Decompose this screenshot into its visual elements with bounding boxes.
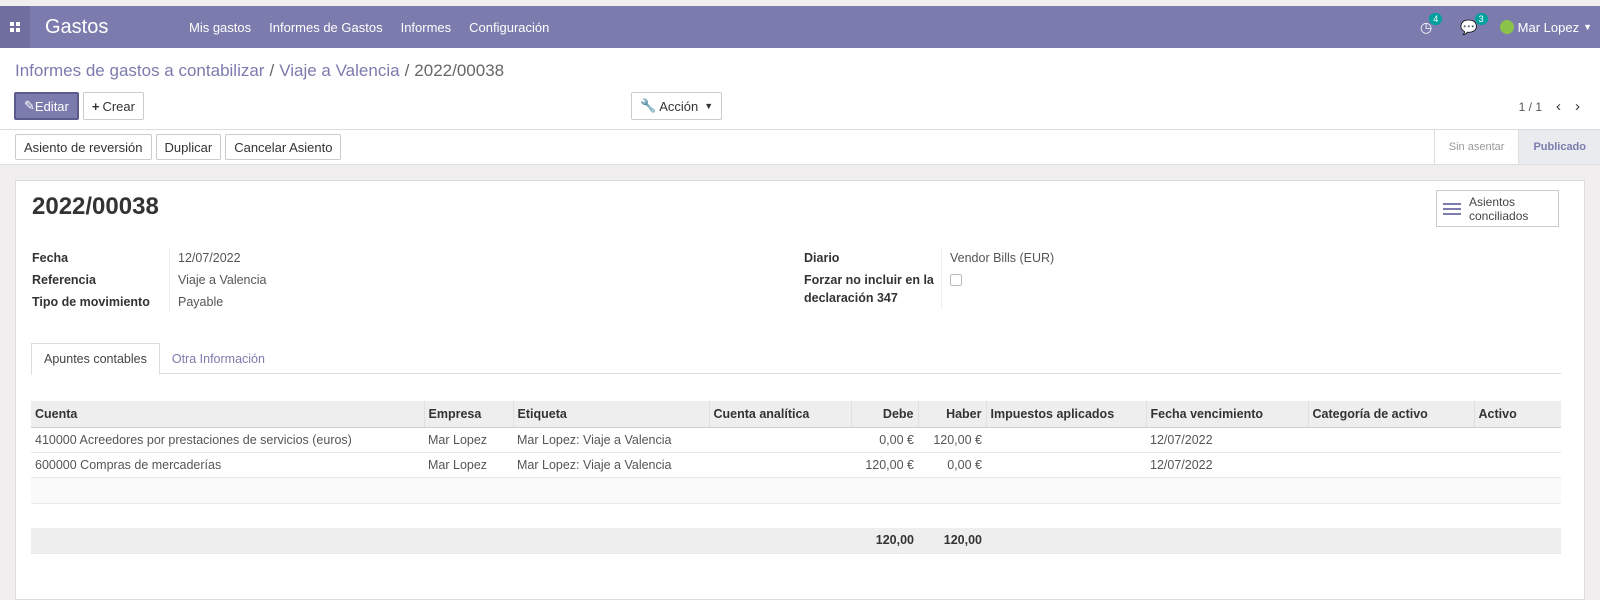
menu-informes[interactable]: Informes [392, 20, 461, 35]
reverse-entry-button[interactable]: Asiento de reversión [15, 134, 152, 160]
column-header[interactable]: Cuenta [31, 401, 424, 428]
breadcrumb-current: 2022/00038 [414, 61, 505, 80]
cell-categoria-activo [1308, 427, 1474, 453]
main-menu: Mis gastos Informes de Gastos Informes C… [180, 20, 558, 35]
cell-impuestos [986, 452, 1146, 478]
notebook-tabs: Apuntes contables Otra Información [31, 343, 1561, 375]
status-bar: Asiento de reversión Duplicar Cancelar A… [0, 130, 1600, 165]
diario-label: Diario [804, 247, 942, 269]
user-name: Mar Lopez [1517, 19, 1580, 35]
column-header[interactable]: Debe [850, 401, 918, 428]
cell-cuenta: 600000 Compras de mercaderías [31, 452, 424, 478]
create-button[interactable]: + Crear [82, 92, 144, 120]
tab-otra-informacion[interactable]: Otra Información [160, 343, 277, 374]
cell-fecha-vencimiento: 12/07/2022 [1146, 427, 1308, 453]
forzar-checkbox[interactable] [950, 274, 962, 286]
menu-informes-de-gastos[interactable]: Informes de Gastos [260, 20, 391, 35]
forzar-label: Forzar no incluir en la declaración 347 [804, 269, 942, 309]
left-fields: Fecha 12/07/2022 Referencia Viaje a Valenc… [32, 247, 275, 313]
column-header[interactable]: Haber [917, 401, 986, 428]
referencia-value: Viaje a Valencia [178, 273, 267, 287]
referencia-label: Referencia [32, 269, 170, 291]
cell-fecha-vencimiento: 12/07/2022 [1146, 452, 1308, 478]
tipo-label: Tipo de movimiento [32, 291, 170, 313]
next-icon[interactable]: › [1575, 98, 1580, 115]
avatar [1499, 20, 1514, 34]
table-row[interactable]: 600000 Compras de mercaderías Mar Lopez … [31, 452, 1561, 478]
column-header[interactable]: Cuenta analítica [708, 401, 851, 428]
column-header[interactable]: Categoría de activo [1307, 401, 1474, 428]
plus-icon: + [91, 98, 100, 114]
total-haber: 120,00 [918, 528, 986, 554]
list-icon [1443, 200, 1461, 218]
column-header[interactable]: Impuestos aplicados [985, 401, 1146, 428]
messages-chat-icon[interactable]: 💬 3 [1446, 12, 1491, 36]
control-panel: Informes de gastos a contabilizar / Viaje … [0, 48, 1600, 130]
cell-activo [1474, 427, 1561, 453]
cell-activo [1474, 452, 1561, 478]
edit-button[interactable]: ✎ Editar [14, 92, 79, 120]
cell-etiqueta: Mar Lopez: Viaje a Valencia [513, 427, 709, 453]
totals-row: 120,00 120,00 [31, 528, 1561, 554]
activity-badge: 4 [1429, 12, 1443, 25]
record-title: 2022/00038 [32, 193, 159, 220]
diario-value: Vendor Bills (EUR) [950, 251, 1055, 265]
duplicate-button[interactable]: Duplicar [155, 134, 222, 160]
pencil-icon: ✎ [24, 98, 35, 113]
breadcrumb-link-viaje[interactable]: Viaje a Valencia [279, 61, 399, 80]
tab-apuntes-contables[interactable]: Apuntes contables [31, 343, 160, 375]
stage-draft[interactable]: Sin asentar [1433, 130, 1519, 164]
total-debe: 120,00 [851, 528, 918, 554]
chevron-down-icon: ▼ [1583, 22, 1592, 32]
menu-mis-gastos[interactable]: Mis gastos [180, 20, 260, 35]
table-row[interactable]: 410000 Acreedores por prestaciones de se… [31, 427, 1561, 453]
right-fields: Diario Vendor Bills (EUR) Forzar no inclu… [804, 247, 1062, 309]
form-sheet: 2022/00038 Asientos conciliados Fecha 12/… [15, 180, 1585, 600]
cell-etiqueta: Mar Lopez: Viaje a Valencia [513, 452, 709, 478]
cell-empresa: Mar Lopez [424, 427, 513, 453]
cell-cuenta: 410000 Acreedores por prestaciones de se… [31, 427, 424, 453]
column-header[interactable]: Empresa [423, 401, 513, 428]
cell-categoria-activo [1308, 452, 1474, 478]
reconciled-entries-button[interactable]: Asientos conciliados [1436, 190, 1559, 227]
top-navbar: Gastos Mis gastos Informes de Gastos Inf… [0, 6, 1600, 48]
chevron-down-icon: ▼ [704, 101, 714, 111]
column-header[interactable]: Etiqueta [512, 401, 709, 428]
pager: 1 / 1 ‹ › [1519, 98, 1580, 115]
column-header[interactable]: Fecha vencimiento [1145, 401, 1308, 428]
table-header-row: Cuenta Empresa Etiqueta Cuenta analítica… [31, 401, 1561, 428]
column-header[interactable]: Activo [1473, 401, 1561, 428]
stage-indicator: Sin asentar Publicado [1433, 130, 1600, 164]
spacer-row [31, 503, 1561, 528]
menu-configuracion[interactable]: Configuración [460, 20, 558, 35]
stage-posted[interactable]: Publicado [1518, 130, 1600, 164]
journal-items-table: Cuenta Empresa Etiqueta Cuenta analítica… [31, 401, 1561, 554]
user-menu[interactable]: Mar Lopez ▼ [1492, 20, 1600, 35]
app-title[interactable]: Gastos [30, 16, 180, 39]
cell-debe: 120,00 € [851, 452, 918, 478]
apps-menu-icon[interactable] [0, 6, 30, 48]
action-dropdown-button[interactable]: 🔧 Acción ▼ [631, 92, 723, 120]
messages-badge: 3 [1474, 12, 1488, 25]
activity-clock-icon[interactable]: ◷ 4 [1406, 12, 1446, 36]
cell-cuenta-analitica [709, 452, 851, 478]
cell-haber: 0,00 € [918, 452, 986, 478]
cell-haber: 120,00 € [918, 427, 986, 453]
cell-cuenta-analitica [709, 427, 851, 453]
cancel-entry-button[interactable]: Cancelar Asiento [225, 134, 342, 160]
wrench-icon: 🔧 [640, 98, 657, 113]
pager-value[interactable]: 1 / 1 [1519, 100, 1542, 114]
fecha-value: 12/07/2022 [178, 251, 241, 265]
cell-impuestos [986, 427, 1146, 453]
breadcrumb: Informes de gastos a contabilizar / Viaje … [15, 61, 505, 80]
empty-row [31, 477, 1561, 504]
cell-empresa: Mar Lopez [424, 452, 513, 478]
breadcrumb-link-informes[interactable]: Informes de gastos a contabilizar [15, 61, 264, 80]
fecha-label: Fecha [32, 247, 170, 269]
cell-debe: 0,00 € [851, 427, 918, 453]
tipo-value: Payable [178, 295, 224, 309]
previous-icon[interactable]: ‹ [1556, 98, 1561, 115]
